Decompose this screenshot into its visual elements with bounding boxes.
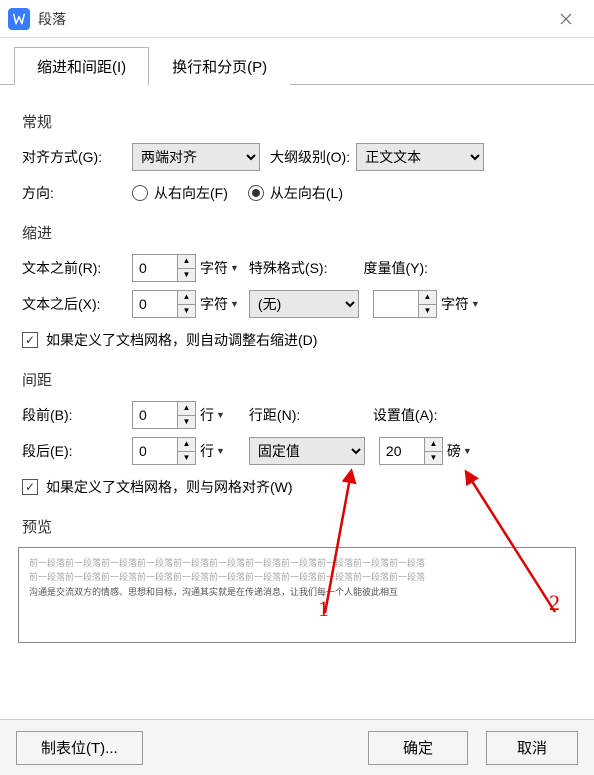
preview-filler: 前一段落前一段落前一段落前一段落前一段落前一段落前一段落前一段落前一段落前一段落… bbox=[29, 556, 565, 570]
dialog-footer: 制表位(T)... 确定 取消 bbox=[0, 719, 594, 775]
section-general: 常规 bbox=[22, 111, 572, 132]
radio-rtl-label: 从右向左(F) bbox=[154, 183, 228, 203]
unit-line[interactable]: 行▼ bbox=[200, 405, 225, 425]
space-after-input[interactable] bbox=[133, 438, 177, 464]
align-grid-checkbox[interactable]: ✓如果定义了文档网格，则与网格对齐(W) bbox=[22, 477, 293, 497]
spin-up-icon[interactable]: ▲ bbox=[178, 291, 195, 305]
unit-char-2[interactable]: 字符▼ bbox=[200, 294, 239, 314]
direction-label: 方向: bbox=[22, 183, 132, 203]
measure-spinner[interactable]: ▲▼ bbox=[373, 290, 437, 318]
preview-filler: 前一段落前一段落前一段落前一段落前一段落前一段落前一段落前一段落前一段落前一段落… bbox=[29, 570, 565, 584]
unit-line-2[interactable]: 行▼ bbox=[200, 441, 225, 461]
set-value-spinner[interactable]: ▲▼ bbox=[379, 437, 443, 465]
indent-before-spinner[interactable]: ▲▼ bbox=[132, 254, 196, 282]
close-button[interactable] bbox=[546, 4, 586, 34]
spin-down-icon[interactable]: ▼ bbox=[178, 269, 195, 282]
set-value-input[interactable] bbox=[380, 438, 424, 464]
spin-up-icon[interactable]: ▲ bbox=[425, 438, 442, 452]
special-format-select[interactable]: (无) bbox=[249, 290, 359, 318]
spin-up-icon[interactable]: ▲ bbox=[178, 438, 195, 452]
indent-after-spinner[interactable]: ▲▼ bbox=[132, 290, 196, 318]
tab-indent-spacing[interactable]: 缩进和间距(I) bbox=[14, 47, 149, 85]
indent-before-input[interactable] bbox=[133, 255, 177, 281]
tabstrip: 缩进和间距(I) 换行和分页(P) bbox=[0, 46, 594, 85]
alignment-label: 对齐方式(G): bbox=[22, 147, 132, 167]
special-label: 特殊格式(S): bbox=[249, 258, 328, 278]
measure-input[interactable] bbox=[374, 291, 418, 317]
line-spacing-select[interactable]: 固定值 bbox=[249, 437, 365, 465]
space-before-label: 段前(B): bbox=[22, 405, 132, 425]
cancel-button[interactable]: 取消 bbox=[486, 731, 578, 765]
measure-label: 度量值(Y): bbox=[363, 258, 428, 278]
space-after-label: 段后(E): bbox=[22, 441, 132, 461]
section-spacing: 间距 bbox=[22, 369, 572, 390]
indent-after-label: 文本之后(X): bbox=[22, 294, 132, 314]
space-after-spinner[interactable]: ▲▼ bbox=[132, 437, 196, 465]
set-value-label: 设置值(A): bbox=[373, 405, 438, 425]
titlebar: 段落 bbox=[0, 0, 594, 38]
spin-up-icon[interactable]: ▲ bbox=[178, 255, 195, 269]
spin-down-icon[interactable]: ▼ bbox=[178, 305, 195, 318]
indent-before-label: 文本之前(R): bbox=[22, 258, 132, 278]
tab-line-page-break[interactable]: 换行和分页(P) bbox=[149, 47, 290, 85]
spin-down-icon[interactable]: ▼ bbox=[178, 416, 195, 429]
spin-down-icon[interactable]: ▼ bbox=[178, 452, 195, 465]
spin-up-icon[interactable]: ▲ bbox=[419, 291, 436, 305]
indent-after-input[interactable] bbox=[133, 291, 177, 317]
space-before-spinner[interactable]: ▲▼ bbox=[132, 401, 196, 429]
section-indent: 缩进 bbox=[22, 222, 572, 243]
unit-char[interactable]: 字符▼ bbox=[200, 258, 239, 278]
outline-label: 大纲级别(O): bbox=[270, 147, 350, 167]
align-grid-label: 如果定义了文档网格，则与网格对齐(W) bbox=[46, 477, 293, 497]
spin-up-icon[interactable]: ▲ bbox=[178, 402, 195, 416]
preview-box: 前一段落前一段落前一段落前一段落前一段落前一段落前一段落前一段落前一段落前一段落… bbox=[18, 547, 576, 643]
tabstops-button[interactable]: 制表位(T)... bbox=[16, 731, 143, 765]
line-spacing-label: 行距(N): bbox=[249, 405, 349, 425]
alignment-select[interactable]: 两端对齐 bbox=[132, 143, 260, 171]
preview-main-text: 沟通是交流双方的情感、思想和目标，沟通其实就是在传递消息，让我们每一个人能彼此相… bbox=[29, 585, 565, 599]
unit-char-3[interactable]: 字符▼ bbox=[441, 294, 480, 314]
spin-down-icon[interactable]: ▼ bbox=[425, 452, 442, 465]
spin-down-icon[interactable]: ▼ bbox=[419, 305, 436, 318]
auto-adjust-indent-checkbox[interactable]: ✓如果定义了文档网格，则自动调整右缩进(D) bbox=[22, 330, 317, 350]
radio-ltr-label: 从左向右(L) bbox=[270, 183, 343, 203]
radio-ltr[interactable]: 从左向右(L) bbox=[248, 183, 343, 203]
outline-select[interactable]: 正文文本 bbox=[356, 143, 484, 171]
window-title: 段落 bbox=[38, 9, 546, 29]
section-preview: 预览 bbox=[22, 516, 572, 537]
radio-rtl[interactable]: 从右向左(F) bbox=[132, 183, 228, 203]
space-before-input[interactable] bbox=[133, 402, 177, 428]
ok-button[interactable]: 确定 bbox=[368, 731, 468, 765]
unit-pt[interactable]: 磅▼ bbox=[447, 441, 472, 461]
app-icon bbox=[8, 8, 30, 30]
auto-adjust-indent-label: 如果定义了文档网格，则自动调整右缩进(D) bbox=[46, 330, 317, 350]
